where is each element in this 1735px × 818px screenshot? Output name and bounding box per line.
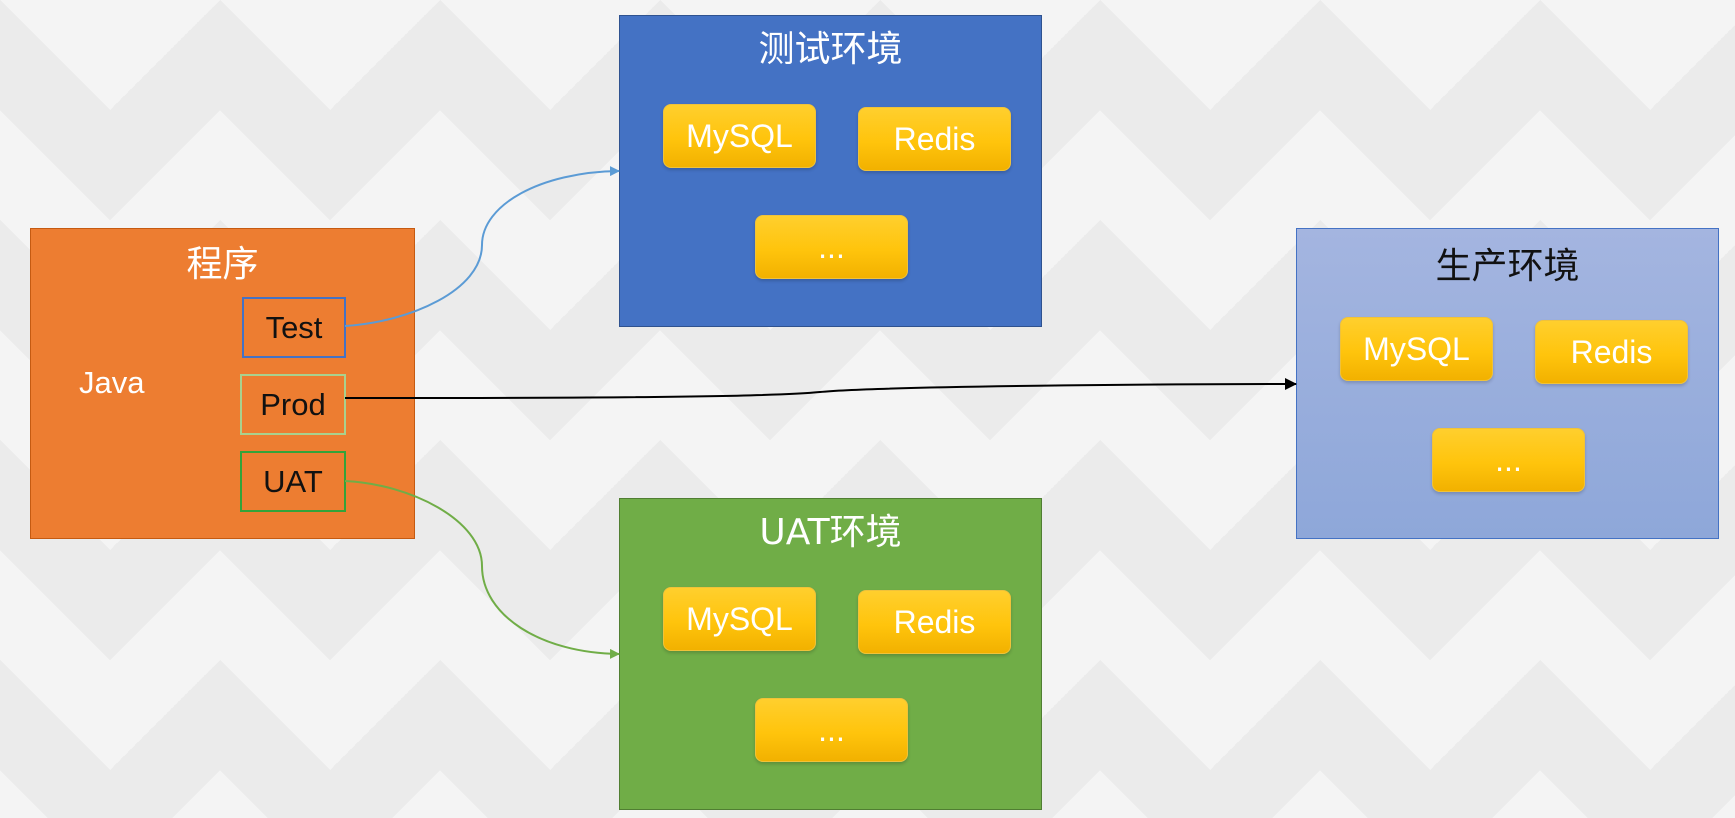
connector-layer bbox=[344, 166, 1297, 659]
test-link-arrow bbox=[344, 166, 620, 327]
uat-link-arrow bbox=[344, 480, 620, 659]
prod-link-arrow bbox=[344, 378, 1297, 399]
